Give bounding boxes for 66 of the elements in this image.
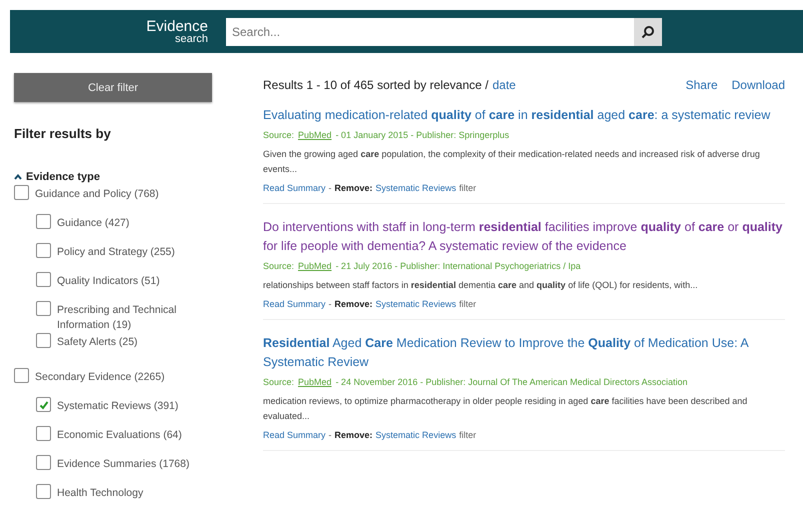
read-summary-link[interactable]: Read Summary <box>263 183 326 194</box>
filter-label[interactable]: Policy and Strategy (255) <box>57 243 197 260</box>
source-label: Source: <box>263 260 294 271</box>
remove-filter-link[interactable]: Systematic Reviews <box>376 183 456 194</box>
separator-text: - <box>328 183 332 194</box>
result-snippet: Given the growing aged care population, the complexity of their medication-related needs and increased risk of adverse drug events... <box>263 148 761 176</box>
filter-text: filter <box>459 299 476 310</box>
action-link[interactable]: Download <box>732 78 785 92</box>
search-button[interactable] <box>634 18 662 46</box>
read-summary-link[interactable]: Read Summary <box>263 299 326 310</box>
result-title-link[interactable]: Evaluating medication-related quality of care in residential aged care: a systematic review <box>263 106 785 125</box>
logo-text: Evidence <box>146 18 208 34</box>
filter-text: filter <box>459 430 476 440</box>
read-summary-link[interactable]: Read Summary <box>263 430 326 440</box>
filter-label[interactable]: Quality Indicators (51) <box>57 272 197 290</box>
checkbox[interactable] <box>36 243 51 258</box>
action-link[interactable]: Share <box>686 78 718 92</box>
clear-filter-button[interactable]: Clear filter <box>14 73 212 102</box>
remove-label: Remove: <box>334 299 373 310</box>
checkbox[interactable] <box>36 272 51 287</box>
checkbox[interactable] <box>36 455 51 470</box>
checkbox[interactable] <box>14 368 29 384</box>
filter-label[interactable]: Guidance and Policy (768) <box>35 185 175 202</box>
evidence-type-toggle[interactable]: Evidence type <box>14 171 100 183</box>
filter-label[interactable]: Evidence Summaries (1768) <box>57 455 197 473</box>
filter-label[interactable]: Health Technology <box>57 484 197 502</box>
remove-label: Remove: <box>334 430 373 440</box>
search-field[interactable]: Search... <box>226 18 634 46</box>
source-link[interactable]: PubMed <box>298 130 332 140</box>
source-link[interactable]: PubMed <box>298 260 332 271</box>
result-snippet: medication reviews, to optimize pharmacotherapy in older people residing in aged care facilities have been described and evaluated... <box>263 394 748 423</box>
filter-heading: Filter results by <box>14 126 112 141</box>
checkbox[interactable] <box>36 426 51 442</box>
search-icon <box>641 24 655 38</box>
filter-label[interactable]: Economic Evaluations (64) <box>57 426 197 444</box>
remove-filter-link[interactable]: Systematic Reviews <box>376 299 456 310</box>
result-title-link[interactable]: Residential Aged Care Medication Review to Improve the Quality of Medication Use: A Systematic Review <box>263 334 785 372</box>
remove-filter-link[interactable]: Systematic Reviews <box>376 430 456 440</box>
checkbox[interactable] <box>36 214 51 229</box>
filter-label[interactable]: Safety Alerts (25) <box>57 333 197 351</box>
logo-subtext: search <box>174 34 208 44</box>
source-label: Source: <box>263 376 294 387</box>
result-meta: - 21 July 2016 - Publisher: International Psychogeriatrics / Ipa <box>336 260 581 271</box>
filter-label[interactable]: Secondary Evidence (2265) <box>35 368 175 386</box>
check-icon <box>38 400 48 410</box>
filter-label[interactable]: Prescribing and Technical Information (19) <box>57 301 197 334</box>
checkbox[interactable] <box>36 397 51 412</box>
filter-text: filter <box>459 183 476 194</box>
sort-date-link[interactable]: date <box>492 78 516 92</box>
separator-text: - <box>328 299 332 310</box>
checkbox[interactable] <box>14 185 29 200</box>
results-summary: Results 1 - 10 of 465 sorted by relevance / <box>263 78 488 92</box>
filter-label[interactable]: Guidance (427) <box>57 214 197 232</box>
separator-text: - <box>328 430 332 440</box>
result-title-link[interactable]: Do interventions with staff in long-term residential facilities improve quality of care or quality for life people with dementia? A systematic review of the evidence <box>263 218 785 256</box>
filter-label[interactable]: Systematic Reviews (391) <box>57 397 197 415</box>
checkbox[interactable] <box>36 333 51 348</box>
remove-label: Remove: <box>334 183 373 194</box>
result-meta: - 01 January 2015 - Publisher: Springerplus <box>336 130 510 140</box>
source-link[interactable]: PubMed <box>298 376 332 387</box>
result-snippet: relationships between staff factors in residential dementia care and quality of life (QOL) for residents, with... <box>263 278 699 292</box>
caret-icon <box>14 174 22 180</box>
checkbox[interactable] <box>36 484 51 500</box>
checkbox[interactable] <box>36 301 51 316</box>
source-label: Source: <box>263 130 294 140</box>
result-meta: - 24 November 2016 - Publisher: Journal Of The American Medical Directors Association <box>336 376 688 387</box>
